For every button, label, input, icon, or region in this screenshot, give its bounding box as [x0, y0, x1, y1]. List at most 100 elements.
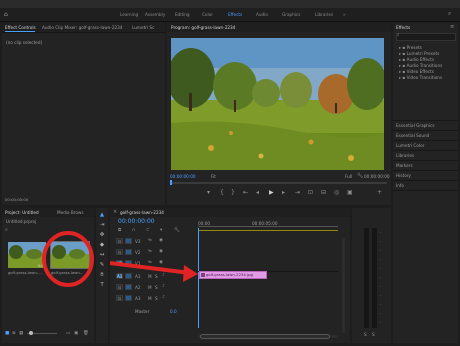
home-icon[interactable]: ⌂	[4, 11, 8, 18]
new-item-icon[interactable]: ▣	[74, 331, 78, 337]
export-frame-icon[interactable]: ◎	[334, 190, 339, 196]
section-markers[interactable]: Markers	[393, 160, 458, 170]
tab-sequence[interactable]: golf-grass-lawn-2234	[120, 210, 164, 215]
project-item-thumbnail[interactable]	[50, 241, 90, 269]
workspace-graphics[interactable]: Graphics	[282, 12, 301, 17]
mark-out-icon[interactable]: }	[231, 190, 235, 196]
panel-menu-icon[interactable]: ≡	[450, 24, 454, 30]
solo-button[interactable]: S	[155, 296, 158, 301]
lock-track-button[interactable]: ⊡	[116, 284, 123, 290]
zoom-slider-handle[interactable]	[29, 331, 33, 335]
solo-button[interactable]: S	[155, 274, 158, 279]
snap-icon[interactable]: ∩	[132, 228, 135, 234]
mic-icon[interactable]: ♪	[162, 295, 165, 301]
mute-button[interactable]: M	[148, 285, 152, 290]
mark-in-icon[interactable]: {	[220, 190, 224, 196]
go-to-in-icon[interactable]: ⇤	[243, 190, 248, 196]
sync-lock-icon[interactable]: ⇋	[148, 238, 152, 244]
section-essential-graphics[interactable]: Essential Graphics	[393, 120, 458, 130]
tab-effect-controls[interactable]: Effect Controls	[5, 25, 36, 30]
lock-track-button[interactable]: ⊡	[116, 295, 123, 301]
sync-lock-icon[interactable]: ⇋	[148, 249, 152, 255]
new-bin-icon[interactable]: ▭	[66, 331, 70, 337]
tab-media-browser[interactable]: Media Brows	[57, 210, 84, 215]
lock-track-button[interactable]: V1	[116, 260, 123, 266]
lock-track-button[interactable]: A1	[116, 273, 123, 279]
source-patch-button[interactable]	[125, 284, 132, 290]
hand-tool-icon[interactable]: ✋︎	[99, 272, 105, 278]
section-info[interactable]: Info	[393, 180, 458, 191]
sync-lock-icon[interactable]: ⇋	[148, 260, 152, 266]
go-to-out-icon[interactable]: ⇥	[295, 190, 300, 196]
timeline-timecode[interactable]: 00:00:00:00	[118, 219, 155, 225]
linked-selection-icon[interactable]: ⊂	[146, 228, 150, 234]
source-patch-button[interactable]	[125, 238, 132, 244]
lift-icon[interactable]: ⊡	[308, 190, 313, 196]
timeline-settings-icon[interactable]: 🔧︎	[174, 228, 180, 234]
slip-tool-icon[interactable]: ↔	[99, 252, 105, 258]
master-volume-value[interactable]: 0.0	[170, 309, 177, 314]
trash-icon[interactable]: 🗑︎	[83, 331, 89, 337]
source-patch-button[interactable]	[125, 273, 132, 279]
comparison-view-icon[interactable]: ▣	[347, 190, 353, 196]
program-scrub-bar[interactable]	[170, 182, 387, 184]
timeline-vertical-scrollbar[interactable]	[342, 238, 345, 333]
mic-icon[interactable]: ♪	[162, 273, 165, 279]
list-view-icon[interactable]: ≣	[12, 331, 16, 337]
project-search-icon[interactable]: ⌕	[5, 227, 8, 233]
eye-icon[interactable]: ◉	[159, 249, 163, 255]
razor-tool-icon[interactable]: ◆	[99, 242, 105, 248]
eye-icon[interactable]: ◉	[159, 260, 163, 266]
source-patch-button[interactable]	[125, 249, 132, 255]
nest-icon[interactable]: ⧉	[118, 228, 121, 234]
program-playhead[interactable]	[170, 180, 172, 185]
workspace-effects[interactable]: Effects	[228, 12, 242, 17]
workspace-learning[interactable]: Learning	[120, 12, 138, 17]
solo-meter-button[interactable]: S	[364, 332, 367, 337]
mic-icon[interactable]: ♪	[162, 284, 165, 290]
more-workspaces-icon[interactable]: »	[343, 12, 346, 17]
step-forward-icon[interactable]: ▸	[282, 190, 285, 196]
tab-project[interactable]: Project: Untitled	[5, 210, 39, 215]
solo-meter-button[interactable]: S	[372, 332, 375, 337]
search-icon[interactable]: ⌕	[448, 10, 451, 18]
icon-view-icon[interactable]: ▦	[19, 331, 23, 337]
type-tool-icon[interactable]: T	[99, 282, 105, 288]
tab-lumetri-scopes[interactable]: Lumetri Sc	[132, 25, 154, 30]
workspace-editing[interactable]: Editing	[175, 12, 190, 17]
timeline-clip[interactable]: golf-grass-lawn-2234.jpg	[199, 271, 267, 279]
timeline-ruler[interactable]	[198, 226, 338, 227]
eye-icon[interactable]: ◉	[159, 238, 163, 244]
section-history[interactable]: History	[393, 170, 458, 180]
timeline-scroll-handle[interactable]	[200, 334, 330, 339]
section-lumetri-color[interactable]: Lumetri Color	[393, 140, 458, 150]
solo-button[interactable]: S	[155, 285, 158, 290]
pen-tool-icon[interactable]: ✎	[99, 262, 105, 268]
wrench-icon[interactable]: 🔧︎	[357, 173, 363, 179]
effects-search-input[interactable]	[396, 33, 456, 41]
extract-icon[interactable]: ⊟	[321, 190, 326, 196]
lock-track-button[interactable]: ⊡	[116, 249, 123, 255]
tab-audio-clip-mixer[interactable]: Audio Clip Mixer: golf-grass-lawn-2234	[42, 25, 123, 30]
track-select-tool-icon[interactable]: ⇥	[99, 222, 105, 228]
mute-button[interactable]: M	[148, 296, 152, 301]
workspace-assembly[interactable]: Assembly	[145, 12, 165, 17]
tree-item[interactable]: ▸ ▪ Video Transitions	[399, 75, 457, 81]
workspace-color[interactable]: Color	[202, 12, 213, 17]
source-patch-button[interactable]	[125, 295, 132, 301]
tab-program[interactable]: Program: golf-grass-lawn-2234	[171, 25, 235, 30]
selection-tool-icon[interactable]: ▲	[99, 212, 105, 218]
program-fit-dropdown[interactable]: Fit	[211, 174, 216, 179]
program-timecode-left[interactable]: 00:00:00:00	[170, 174, 196, 179]
step-back-icon[interactable]: ◂	[256, 190, 259, 196]
workspace-audio[interactable]: Audio	[256, 12, 268, 17]
mute-button[interactable]: M	[148, 274, 152, 279]
add-marker-timeline-icon[interactable]: ▾	[160, 228, 162, 234]
workspace-libraries[interactable]: Libraries	[315, 12, 333, 17]
ripple-edit-tool-icon[interactable]: ✥	[99, 232, 105, 238]
lock-icon[interactable]: ■	[5, 331, 9, 337]
lock-track-button[interactable]: ⊡	[116, 238, 123, 244]
work-area-bar[interactable]	[198, 230, 338, 231]
play-icon[interactable]: ▶	[269, 190, 274, 196]
add-marker-icon[interactable]: ▾	[207, 190, 210, 196]
